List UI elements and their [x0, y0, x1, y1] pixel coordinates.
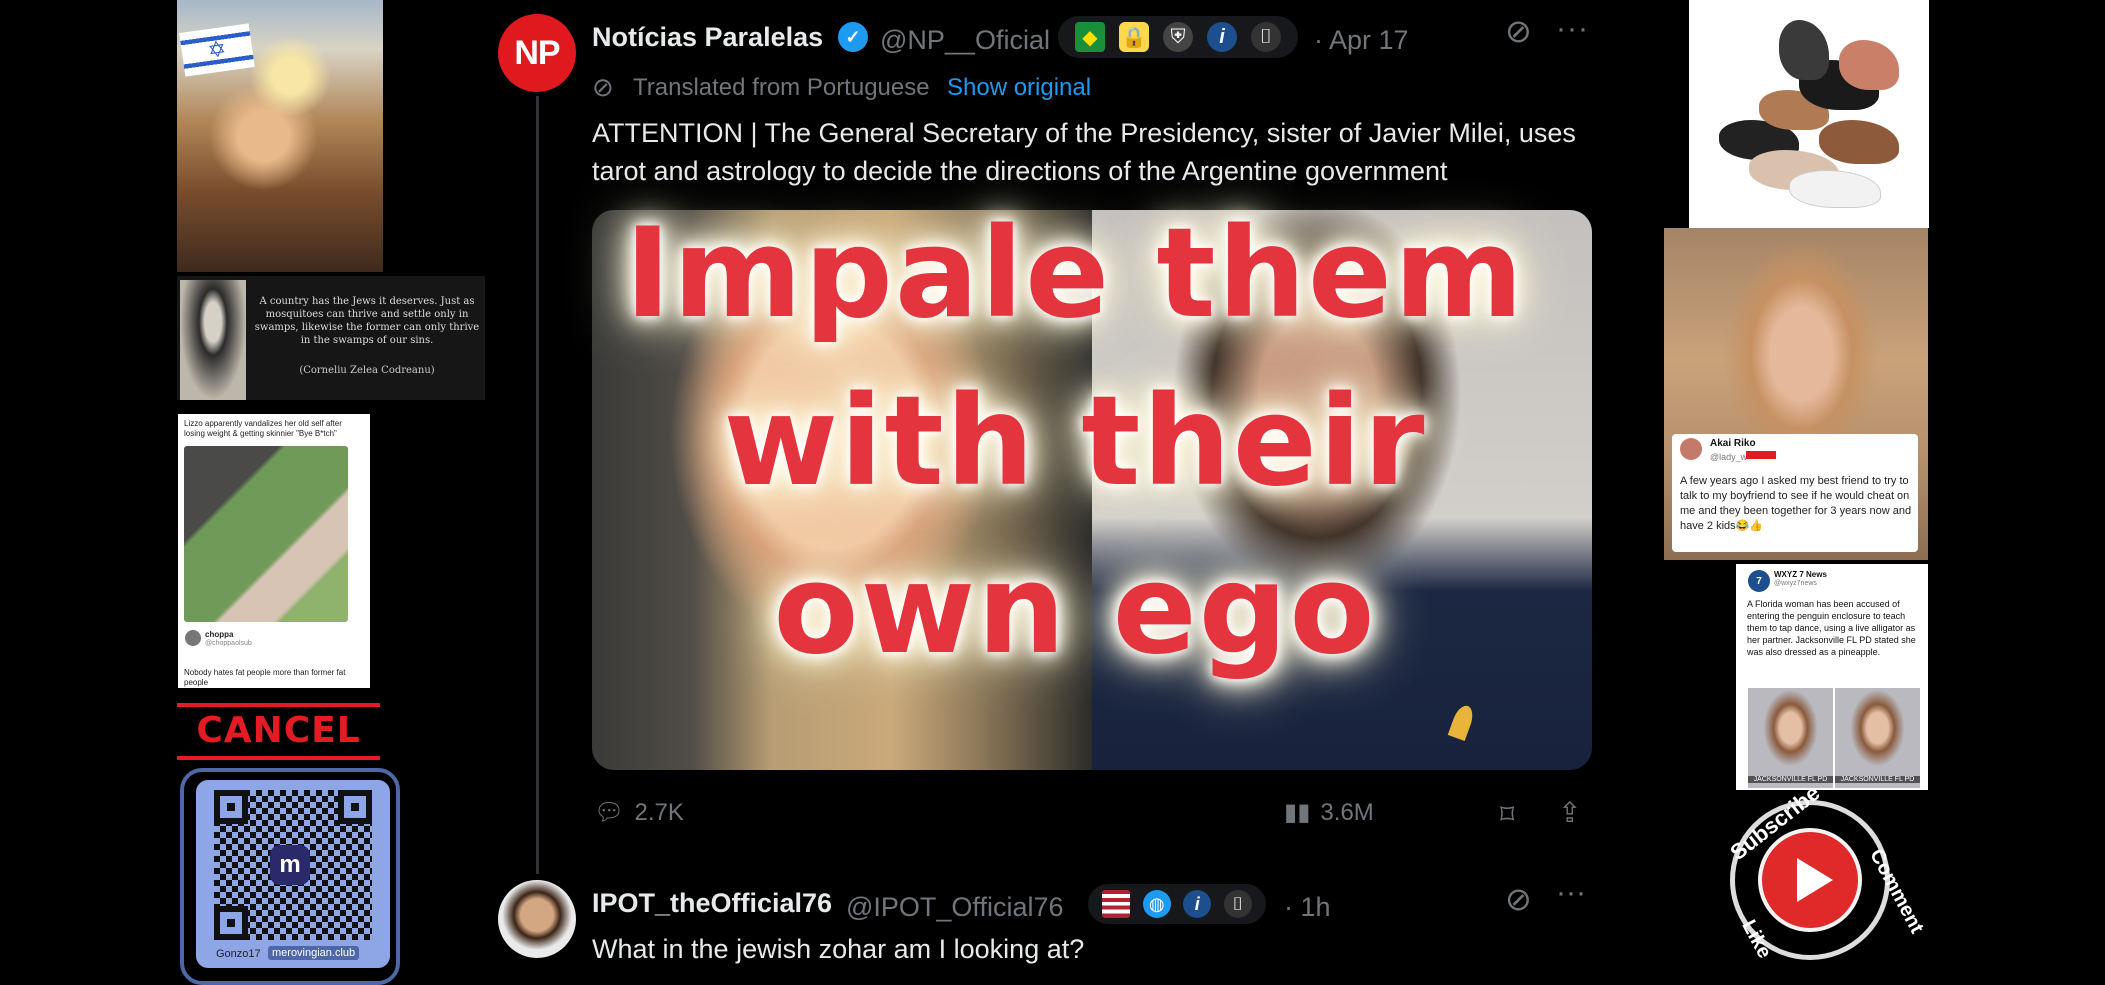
more-options-icon[interactable]: ··· [1556, 876, 1586, 910]
woman-photo [592, 210, 1092, 770]
lock-icon: 🔒 [1119, 22, 1149, 52]
qr-eye-bottom-left [214, 906, 248, 940]
reply-time[interactable]: · 1h [1284, 892, 1331, 923]
play-button[interactable] [1758, 828, 1862, 932]
wxyz-handle: @wxyz7news [1774, 580, 1817, 587]
shoes-pile-image [1689, 0, 1929, 228]
bookmark-icon[interactable]: ⌑ [1500, 798, 1514, 831]
reply-author-handle[interactable]: @IPOT_Official76 [846, 892, 1064, 923]
mugshot-label-2: JACKSONVILLE FL PD [1835, 776, 1920, 783]
camera-icon: ⌷ [1251, 22, 1281, 52]
verified-badge-icon: ✓ [838, 22, 868, 52]
reply-author-name[interactable]: IPOT_theOfficial76 [592, 888, 832, 919]
tweet-text: ATTENTION | The General Secretary of the… [592, 118, 1576, 186]
reply-badge-pill: ◍ i ⌷ [1088, 884, 1266, 924]
views-button[interactable]: ▮▮ 3.6M [1284, 798, 1374, 827]
thread-line [536, 96, 539, 874]
lizzo-body-text: Nobody hates fat people more than former… [184, 668, 346, 687]
show-original-link[interactable]: Show original [947, 74, 1091, 102]
cancel-label: CANCEL [196, 710, 361, 751]
play-icon [1797, 858, 1833, 902]
shield-icon: ⛨ [1163, 22, 1193, 52]
reply-text: What in the jewish zohar am I looking at… [592, 934, 1085, 964]
camera-icon: ⌷ [1223, 890, 1252, 918]
mastodon-icon: m [270, 845, 310, 885]
qr-site-label: merovingian.club [268, 946, 360, 960]
akai-text: A few years ago I asked my best friend t… [1680, 475, 1912, 532]
share-icon[interactable]: ⇪ [1558, 796, 1581, 829]
reply-author-avatar[interactable] [498, 880, 576, 958]
cancel-rule-top [177, 703, 380, 707]
reply-count: 2.7K [634, 798, 684, 826]
more-options-icon[interactable]: ··· [1556, 12, 1589, 46]
quote-portrait-image [180, 280, 246, 400]
author-avatar[interactable]: NP [498, 14, 576, 92]
akai-avatar [1680, 438, 1702, 460]
lizzo-caption: Lizzo apparently vandalizes her old self… [184, 419, 342, 438]
mugshot-front [1748, 688, 1833, 788]
wxyz-logo-icon: 7 [1748, 570, 1770, 592]
milei-photo [1092, 210, 1592, 770]
badge-pill: ◆ 🔒 ⛨ i ⌷ [1058, 16, 1298, 58]
translate-icon: ⊘ [592, 72, 614, 102]
globe-icon: ◍ [1142, 890, 1171, 918]
views-icon: ▮▮ [1284, 799, 1311, 826]
info-icon: i [1207, 22, 1237, 52]
author-name[interactable]: Notícias Paralelas [592, 22, 823, 53]
us-flag-icon [1102, 890, 1131, 918]
mugshot-side [1835, 688, 1920, 788]
quote-text: A country has the Jews it deserves. Just… [254, 296, 480, 346]
reply-icon: 💬︎ [594, 799, 625, 826]
reply-button[interactable]: 💬︎ 2.7K [594, 798, 684, 827]
lizzo-user-handle: @choppaolsub [205, 640, 252, 647]
wxyz-name: WXYZ 7 News [1774, 570, 1827, 579]
redaction-mark [1746, 451, 1776, 459]
akai-handle: @lady_w [1710, 452, 1748, 462]
author-handle[interactable]: @NP__Oficial [880, 25, 1050, 56]
lizzo-photo [184, 446, 348, 622]
akai-name: Akai Riko [1710, 438, 1756, 449]
mugshot-label-1: JACKSONVILLE FL PD [1748, 776, 1833, 783]
qr-user-label: Gonzo17 [216, 948, 261, 960]
brazil-flag-icon: ◆ [1075, 22, 1105, 52]
qr-eye-top-left [214, 790, 248, 824]
grok-icon[interactable]: ⊘ [1505, 14, 1539, 48]
views-count: 3.6M [1320, 798, 1374, 826]
cancel-rule-bottom [177, 756, 380, 760]
lizzo-user-avatar [185, 630, 201, 646]
wxyz-text: A Florida woman has been accused of ente… [1747, 599, 1916, 657]
grok-icon[interactable]: ⊘ [1505, 880, 1532, 918]
tweet-date[interactable]: · Apr 17 [1314, 25, 1409, 56]
lizzo-user-name: choppa [205, 630, 234, 639]
quote-author: (Corneliu Zelea Codreanu) [299, 365, 435, 376]
tweet-media[interactable] [592, 210, 1592, 770]
qr-eye-top-right [338, 790, 372, 824]
translated-label: Translated from Portuguese [633, 74, 930, 101]
info-icon: i [1183, 890, 1212, 918]
